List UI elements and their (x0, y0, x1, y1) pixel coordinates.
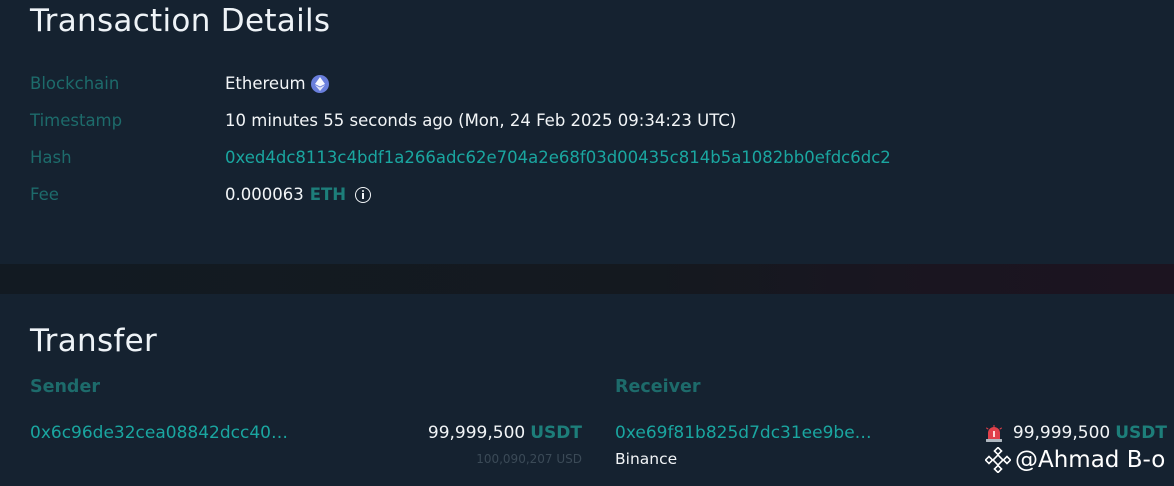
watermark-text: @Ahmad B-o (1015, 447, 1166, 473)
hash-label: Hash (30, 148, 72, 167)
blockchain-label: Blockchain (30, 74, 120, 93)
sender-amount-unit: USDT (530, 423, 582, 443)
blockchain-value: Ethereum (225, 74, 329, 93)
info-icon[interactable] (355, 186, 372, 203)
hash-row: Hash 0xed4dc8113c4bdf1a266adc62e704a2e68… (0, 148, 1174, 172)
sender-address-link[interactable]: 0x6c96de32cea08842dcc40… (30, 423, 288, 443)
receiver-tag: Binance (615, 450, 678, 468)
siren-icon (985, 424, 1003, 442)
binance-logo-icon (984, 446, 1012, 474)
timestamp-value: 10 minutes 55 seconds ago (Mon, 24 Feb 2… (225, 111, 737, 130)
receiver-address-link[interactable]: 0xe69f81b825d7dc31ee9be… (615, 423, 872, 443)
sender-usd-value: 100,090,207 USD (476, 452, 582, 466)
sender-heading: Sender (30, 377, 100, 397)
timestamp-label: Timestamp (30, 111, 123, 130)
section-divider (0, 264, 1174, 294)
blockchain-row: Blockchain Ethereum (0, 74, 1174, 98)
hash-link[interactable]: 0xed4dc8113c4bdf1a266adc62e704a2e68f03d0… (225, 148, 891, 167)
page-title: Transaction Details (30, 3, 331, 39)
fee-amount: 0.000063 (225, 185, 304, 204)
transaction-details-card: Transaction Details Blockchain Ethereum … (0, 0, 1174, 264)
receiver-amount-unit: USDT (1115, 423, 1167, 443)
sender-amount-value: 99,999,500 (427, 423, 526, 443)
receiver-heading: Receiver (615, 377, 701, 397)
watermark: @Ahmad B-o (984, 446, 1166, 474)
receiver-amount: 99,999,500 USDT (985, 423, 1167, 443)
transfer-title: Transfer (30, 323, 158, 359)
blockchain-name: Ethereum (225, 74, 306, 93)
fee-unit: ETH (309, 185, 347, 204)
fee-label: Fee (30, 185, 59, 204)
sender-amount: 99,999,500 USDT (428, 423, 582, 443)
receiver-amount-value: 99,999,500 (1012, 423, 1111, 443)
fee-row: Fee 0.000063 ETH (0, 185, 1174, 209)
fee-value: 0.000063 ETH (225, 185, 372, 204)
timestamp-row: Timestamp 10 minutes 55 seconds ago (Mon… (0, 111, 1174, 135)
ethereum-icon (310, 74, 329, 93)
